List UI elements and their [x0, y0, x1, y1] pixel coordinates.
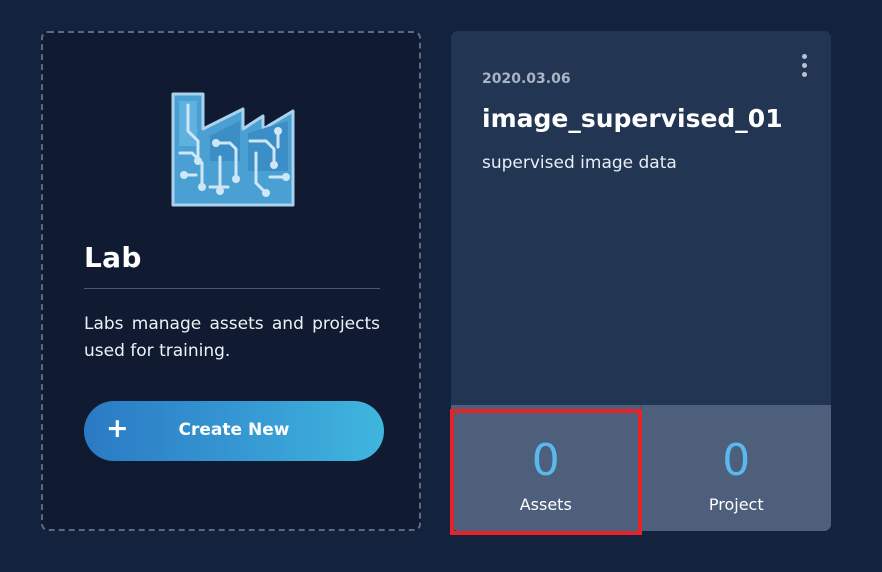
project-count: 0 [722, 435, 751, 486]
lab-title: Lab [84, 241, 142, 274]
dataset-description: supervised image data [482, 153, 677, 173]
screen: Lab Labs manage assets and projects used… [0, 0, 882, 572]
more-vertical-icon[interactable] [799, 54, 809, 80]
menu-dot [801, 54, 807, 59]
dataset-card[interactable]: 2020.03.06 image_supervised_01 supervise… [451, 31, 831, 531]
lab-divider [84, 288, 380, 289]
assets-label: Assets [519, 495, 572, 514]
dataset-title: image_supervised_01 [482, 104, 783, 133]
assets-count: 0 [531, 435, 560, 486]
project-label: Project [708, 495, 764, 514]
dataset-stats: 0 Assets 0 Project [451, 405, 831, 531]
dataset-date: 2020.03.06 [482, 71, 571, 87]
menu-dot [801, 72, 807, 77]
lab-card: Lab Labs manage assets and projects used… [41, 31, 421, 531]
factory-circuit-icon [171, 92, 295, 207]
project-stat[interactable]: 0 Project [640, 405, 831, 531]
assets-stat[interactable]: 0 Assets [451, 405, 641, 531]
create-new-button[interactable]: + Create New [84, 401, 384, 461]
menu-dot [801, 63, 807, 68]
lab-description: Labs manage assets and projects used for… [84, 314, 380, 361]
create-new-label: Create New [178, 420, 290, 440]
